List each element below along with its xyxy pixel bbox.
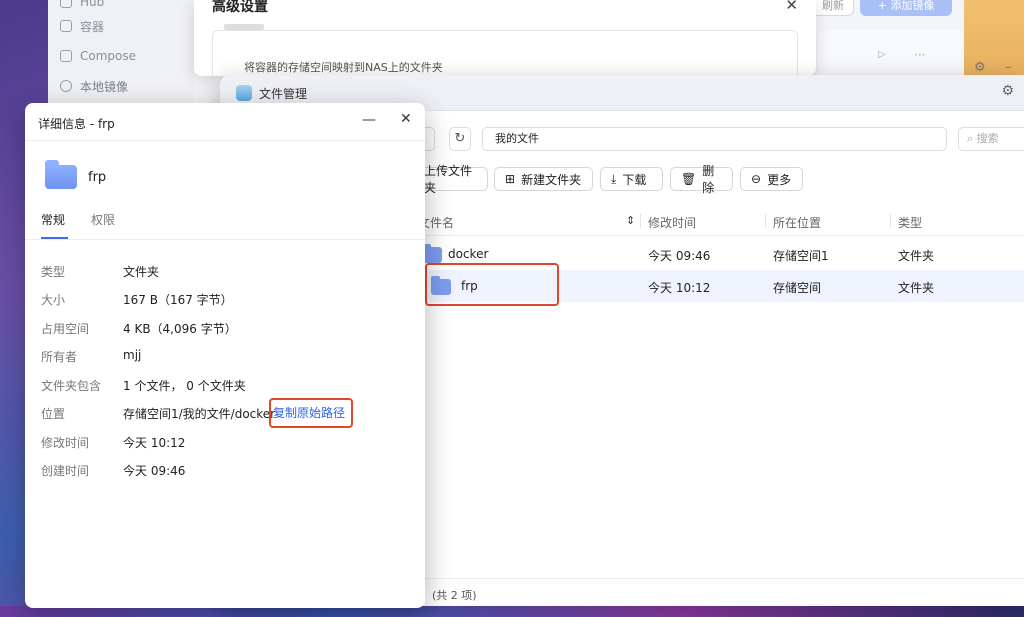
tab-permissions[interactable]: 权限 (91, 211, 115, 228)
prop-value-contains: 1 个文件， 0 个文件夹 (123, 379, 246, 393)
dialog-title: 高级设置 (212, 0, 268, 15)
annotation-highlight-frp (425, 263, 559, 306)
modified-time: 今天 10:12 (648, 281, 711, 295)
column-divider (890, 214, 891, 228)
download-icon: ⤓ (611, 171, 617, 186)
file-type: 文件夹 (898, 249, 935, 263)
prop-label-disk-usage: 占用空间 (41, 322, 90, 336)
more-circle-icon: ⊖ (751, 172, 762, 186)
location: 存储空间 (773, 281, 822, 295)
path-bar[interactable]: 我的文件 (482, 127, 947, 151)
section-title (224, 24, 264, 30)
more-dots-icon[interactable]: ··· (914, 48, 925, 62)
dialog-header: 详细信息 - frp — ✕ (25, 103, 425, 141)
sidebar-item-compose[interactable]: Compose (60, 46, 136, 66)
dialog-title: 详细信息 - frp (38, 117, 115, 131)
prop-value-disk-usage: 4 KB（4,096 字节） (123, 322, 237, 336)
refresh-path-button[interactable]: ↻ (449, 127, 471, 151)
folder-name: frp (88, 170, 107, 185)
trash-icon: 🗑 (681, 172, 697, 186)
search-input[interactable]: ⌕ 搜索 (958, 127, 1024, 151)
folder-icon (422, 244, 442, 263)
prop-label-created: 创建时间 (41, 464, 90, 478)
prop-value-type: 文件夹 (123, 265, 160, 279)
grid-icon (60, 0, 72, 8)
column-divider (765, 214, 766, 228)
column-modified[interactable]: 修改时间 (648, 214, 696, 231)
location: 存储空间1 (773, 249, 829, 263)
sidebar-item-containers[interactable]: 容器 (60, 16, 104, 36)
prop-value-location: 存储空间1/我的文件/docker (123, 407, 276, 421)
window-title: 文件管理 (259, 87, 308, 101)
file-manager-icon (236, 85, 252, 101)
section-description: 将容器的存储空间映射到NAS上的文件夹 (244, 61, 443, 74)
prop-value-created: 今天 09:46 (123, 464, 186, 478)
new-folder-button[interactable]: ⊞ 新建文件夹 (494, 167, 593, 191)
layers-icon (60, 50, 72, 62)
new-folder-icon: ⊞ (505, 172, 516, 186)
download-button[interactable]: ⤓ 下载 (600, 167, 663, 191)
details-dialog: 详细信息 - frp — ✕ frp 常规 权限 类型 文件夹 大小 167 B… (25, 103, 425, 608)
divider (25, 239, 425, 240)
column-location[interactable]: 所在位置 (773, 214, 821, 231)
prop-value-modified: 今天 10:12 (123, 436, 186, 450)
folder-icon (45, 160, 77, 189)
add-image-button[interactable]: + 添加镜像 (860, 0, 952, 16)
delete-button[interactable]: 🗑 删除 (670, 164, 733, 195)
modified-time: 今天 09:46 (648, 249, 711, 263)
sidebar-item-local-images[interactable]: 本地镜像 (60, 76, 128, 96)
play-icon[interactable]: ▷ (878, 49, 886, 60)
prop-label-owner: 所有者 (41, 350, 78, 364)
prop-label-size: 大小 (41, 293, 66, 307)
sort-icon[interactable]: ⇕ (626, 214, 635, 227)
search-icon: ⌕ (967, 132, 974, 145)
prop-label-type: 类型 (41, 265, 66, 279)
refresh-button[interactable]: 刷新 (812, 0, 854, 16)
prop-label-modified: 修改时间 (41, 436, 90, 450)
advanced-settings-dialog: 高级设置 ✕ 将容器的存储空间映射到NAS上的文件夹 (194, 0, 816, 76)
image-row (818, 30, 964, 80)
more-button[interactable]: ⊖ 更多 (740, 167, 803, 191)
sidebar-item-hub[interactable]: Hub (60, 0, 104, 12)
wallpaper (964, 0, 1024, 80)
file-name: docker (448, 247, 489, 261)
minimize-icon[interactable]: — (362, 112, 376, 128)
file-type: 文件夹 (898, 281, 935, 295)
tab-general[interactable]: 常规 (41, 211, 65, 228)
prop-label-location: 位置 (41, 407, 66, 421)
disk-icon (60, 80, 72, 92)
cube-icon (60, 20, 72, 32)
gear-icon[interactable]: ⚙ (974, 60, 986, 75)
close-icon[interactable]: ✕ (400, 111, 412, 127)
prop-value-owner: mjj (123, 348, 142, 362)
forward-button[interactable] (425, 127, 435, 151)
prop-value-size: 167 B（167 字节） (123, 293, 233, 307)
item-count: (共 2 项) (432, 589, 477, 602)
column-divider (640, 214, 641, 228)
annotation-highlight-copy (269, 398, 353, 428)
close-icon[interactable]: ✕ (785, 0, 798, 14)
column-type[interactable]: 类型 (898, 214, 922, 231)
prop-label-contains: 文件夹包含 (41, 379, 102, 393)
minimize-icon[interactable]: – (1005, 60, 1012, 75)
settings-gear-icon[interactable]: ⚙ (1001, 83, 1014, 99)
